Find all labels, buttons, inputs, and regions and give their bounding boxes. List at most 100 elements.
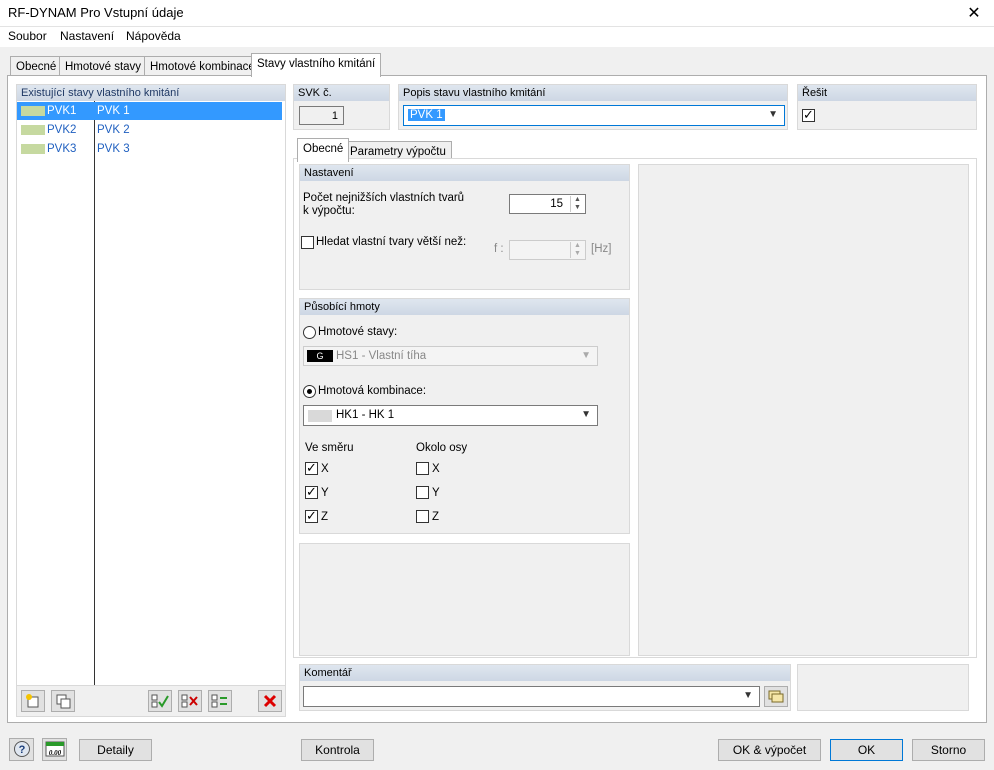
chevron-down-icon: ▼ [581,350,591,361]
checkbox-ve-smeru-x[interactable] [305,460,318,476]
rot-x-label: X [432,463,440,475]
tab-hmotove-kombinace[interactable]: Hmotové kombinace [144,56,261,77]
subtab-parametry[interactable]: Parametry výpočtu [344,141,452,159]
row-id: PVK3 [47,143,77,155]
list-item[interactable]: PVK2 PVK 2 [17,121,282,139]
hmotove-stavy-value: HS1 - Vlastní tíha [336,350,427,362]
f-label: f : [494,243,504,255]
row-id: PVK1 [47,105,77,117]
hz-label: [Hz] [591,243,612,255]
search-larger-label: Hledat vlastní tvary větší než: [316,236,467,248]
list-item[interactable]: PVK1 PVK 1 [17,102,282,120]
count-value: 15 [550,198,563,210]
spinner-arrows-icon[interactable]: ▲ ▼ [570,196,584,212]
tab-obecne[interactable]: Obecné [10,56,63,77]
komentar-panel: Komentář ▼ [299,664,791,711]
ve-smeru-label: Ve směru [305,442,354,454]
copy-mode-icon[interactable] [51,690,75,712]
checkbox-ve-smeru-y[interactable] [305,484,318,500]
axis-x-label: X [321,463,329,475]
kontrola-button[interactable]: Kontrola [301,739,374,761]
menu-nastaveni[interactable]: Nastavení [60,29,114,43]
empty-panel-bottom-left [299,543,630,656]
help-icon[interactable]: ? [9,738,34,761]
radio-hmotova-kombinace[interactable] [303,385,316,398]
hmotova-kombinace-value: HK1 - HK 1 [336,409,395,421]
subtab-obecne[interactable]: Obecné [297,138,350,162]
okolo-osy-label: Okolo osy [416,442,468,454]
checkbox-ve-smeru-z[interactable] [305,508,318,524]
close-icon[interactable]: ✕ [954,0,994,27]
row-name: PVK 2 [97,124,130,136]
chevron-down-icon: ▼ [581,409,591,420]
check-all-icon[interactable] [148,690,172,712]
new-mode-icon[interactable] [21,690,45,712]
count-label-1: Počet nejnižších vlastních tvarů [303,192,465,204]
column-divider [94,101,95,701]
menu-bar: Soubor Nastavení Nápověda [0,27,994,47]
units-icon[interactable]: 0.00 [42,738,67,761]
detaily-button[interactable]: Detaily [79,739,152,761]
ok-button[interactable]: OK [830,739,903,761]
empty-panel-right [638,164,969,656]
toggle-selection-icon[interactable] [208,690,232,712]
hmoty-header: Působící hmoty [300,299,629,315]
hmotove-stavy-select[interactable]: G HS1 - Vlastní tíha ▼ [303,346,598,366]
uncheck-all-icon[interactable] [178,690,202,712]
color-swatch [308,410,332,422]
chevron-down-icon: ▼ [768,109,778,120]
list-item[interactable]: PVK3 PVK 3 [17,140,282,158]
axis-y-label: Y [321,487,329,499]
menu-napoveda[interactable]: Nápověda [126,29,181,43]
color-swatch [21,106,45,116]
radio-hmotove-stavy-label: Hmotové stavy: [318,326,398,338]
storno-button[interactable]: Storno [912,739,985,761]
resit-checkbox[interactable] [802,107,815,123]
checkbox-okolo-osy-z[interactable] [416,510,429,523]
svk-number: 1 [299,106,344,125]
g-badge: G [307,350,333,362]
existing-modes-header: Existující stavy vlastního kmitání [17,85,285,101]
komentar-browse-icon[interactable] [764,686,788,707]
window-title: RF-DYNAM Pro Vstupní údaje [8,5,184,20]
search-larger-checkbox[interactable] [301,236,314,249]
hmotova-kombinace-select[interactable]: HK1 - HK 1 ▼ [303,405,598,426]
popis-label: Popis stavu vlastního kmitání [399,85,787,101]
f-spinner[interactable]: ▲ ▼ [509,240,586,260]
svk-panel: SVK č. 1 [293,84,390,130]
svg-text:?: ? [18,744,25,756]
resit-panel: Řešit [797,84,977,130]
tab-hmotove-stavy[interactable]: Hmotové stavy [59,56,148,77]
popis-panel: Popis stavu vlastního kmitání PVK 1 ▼ [398,84,788,130]
title-bar: RF-DYNAM Pro Vstupní údaje ✕ [0,0,994,27]
empty-panel-comment-right [797,664,969,711]
color-swatch [21,144,45,154]
chevron-down-icon: ▼ [743,690,753,701]
count-label-2: k výpočtu: [303,205,355,217]
checkbox-okolo-osy-x[interactable] [416,462,429,475]
row-id: PVK2 [47,124,77,136]
rot-z-label: Z [432,511,440,523]
row-name: PVK 1 [97,105,130,117]
delete-icon[interactable] [258,690,282,712]
popis-value: PVK 1 [408,109,445,121]
ok-vypocet-button[interactable]: OK & výpočet [718,739,821,761]
radio-hmotove-stavy[interactable] [303,326,316,339]
count-spinner[interactable]: 15 ▲ ▼ [509,194,586,214]
rot-y-label: Y [432,487,440,499]
menu-soubor[interactable]: Soubor [8,29,47,43]
existing-modes-panel: Existující stavy vlastního kmitání PVK1 … [16,84,286,717]
svk-label: SVK č. [294,85,389,101]
hmoty-panel: Působící hmoty Hmotové stavy: G HS1 - Vl… [299,298,630,534]
nastaveni-panel: Nastavení Počet nejnižších vlastních tva… [299,164,630,290]
nastaveni-header: Nastavení [300,165,629,181]
checkbox-okolo-osy-y[interactable] [416,486,429,499]
tab-stavy-vlastniho-kmitani[interactable]: Stavy vlastního kmitání [251,53,382,77]
spinner-arrows-icon: ▲ ▼ [570,242,584,258]
axis-z-label: Z [321,511,329,523]
svg-text:0.00: 0.00 [48,749,61,757]
row-name: PVK 3 [97,143,130,155]
komentar-label: Komentář [300,665,790,681]
popis-combo[interactable]: PVK 1 ▼ [403,105,785,126]
komentar-input[interactable]: ▼ [303,686,760,707]
